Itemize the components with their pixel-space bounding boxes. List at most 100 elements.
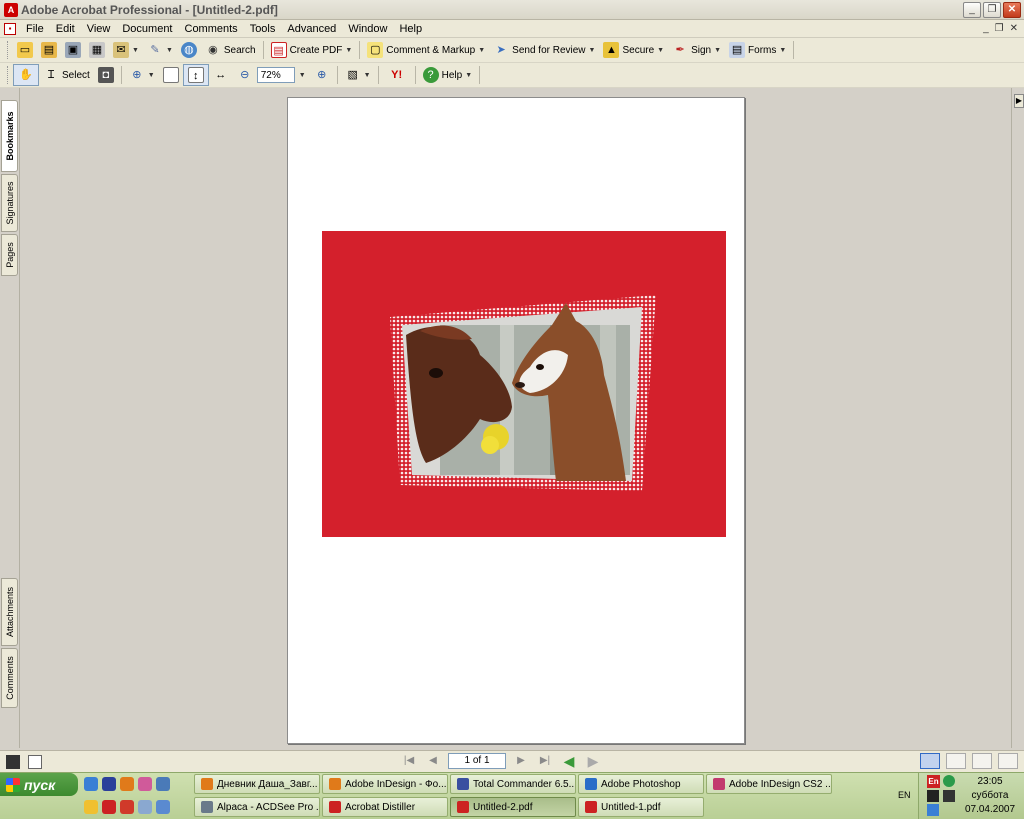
next-view-button[interactable]: ▶ <box>584 753 602 769</box>
page-icon[interactable] <box>6 754 20 769</box>
document-view[interactable] <box>21 88 1011 748</box>
menu-comments[interactable]: Comments <box>179 23 244 35</box>
doc-minimize-button[interactable]: _ <box>983 23 989 34</box>
doc-close-button[interactable]: ✕ <box>1010 23 1018 34</box>
menu-help[interactable]: Help <box>393 23 428 35</box>
yahoo-button[interactable]: Y! <box>382 65 412 85</box>
menu-tools[interactable]: Tools <box>244 23 282 35</box>
previous-page-button[interactable]: ◀ <box>424 753 442 769</box>
printer-icon: ▦ <box>89 42 105 58</box>
language-badge[interactable]: En <box>927 775 940 788</box>
page-number-field[interactable]: 1 of 1 <box>448 753 506 769</box>
tab-attachments[interactable]: Attachments <box>1 578 18 646</box>
task-untitled-1[interactable]: Untitled-1.pdf <box>578 797 704 817</box>
system-tray: En 23:05 суббота 07.04.2007 <box>918 773 1024 819</box>
help-button[interactable]: ? Help ▼ <box>419 65 477 85</box>
create-pdf-button[interactable]: ▤ Create PDF ▼ <box>267 40 357 60</box>
fit-width-button[interactable]: ↔ <box>209 65 233 85</box>
layout-icon[interactable] <box>28 754 42 769</box>
organizer-button[interactable]: ▤ <box>37 40 61 60</box>
menu-advanced[interactable]: Advanced <box>281 23 342 35</box>
next-page-button[interactable]: ▶ <box>512 753 530 769</box>
print-button[interactable]: ▦ <box>85 40 109 60</box>
expand-right-pane-icon[interactable]: ▶ <box>1014 94 1024 108</box>
fit-page-button[interactable]: ↕ <box>182 64 209 86</box>
pdf-task-icon <box>585 801 597 813</box>
first-page-button[interactable]: |◀ <box>400 753 418 769</box>
attach-button[interactable]: ✎ ▼ <box>143 40 177 60</box>
pen-icon: ✒ <box>675 44 685 56</box>
task-indesign-cs2[interactable]: Adobe InDesign CS2 ... <box>706 774 832 794</box>
web-button[interactable]: ◍ <box>177 40 201 60</box>
search-button[interactable]: ◉ Search <box>201 40 260 60</box>
last-page-button[interactable]: ▶| <box>536 753 554 769</box>
menu-edit[interactable]: Edit <box>50 23 81 35</box>
tray-app-icon[interactable] <box>927 790 939 802</box>
task-diary[interactable]: Дневник Даша_Завг... <box>194 774 320 794</box>
firefox-icon[interactable] <box>120 777 134 791</box>
rotate-view-button[interactable]: ▧ ▼ <box>341 65 375 85</box>
tray-network-icon[interactable] <box>927 804 939 816</box>
opera-icon[interactable] <box>120 800 134 814</box>
comment-markup-button[interactable]: ▢ Comment & Markup ▼ <box>363 40 489 60</box>
magnifier-plus-icon: ⊕ <box>132 69 142 81</box>
file-toolbar: ▭ ▤ ▣ ▦ ✉ ▼ ✎ ▼ ◍ ◉ Search ▤ Create PDF ▼ ▢ Co… <box>0 38 1024 63</box>
zoom-tool-button[interactable]: ⊕ ▼ <box>125 65 159 85</box>
doc-restore-button[interactable]: ❐ <box>995 23 1004 34</box>
menu-window[interactable]: Window <box>342 23 393 35</box>
rotate-pages-icon: ▧ <box>347 69 358 81</box>
task-indesign-fo[interactable]: Adobe InDesign - Фо... <box>322 774 448 794</box>
save-button[interactable]: ▣ <box>61 40 85 60</box>
input-language-indicator[interactable]: EN <box>898 790 911 800</box>
actual-size-button[interactable] <box>159 65 183 85</box>
ie-icon[interactable] <box>84 777 98 791</box>
open-button[interactable]: ▭ <box>13 40 37 60</box>
alpaca-photo <box>390 295 656 491</box>
task-total-commander[interactable]: Total Commander 6.5... <box>450 774 576 794</box>
acrobat-quick-icon[interactable] <box>102 800 116 814</box>
forms-button[interactable]: ▤ Forms ▼ <box>725 40 790 60</box>
zoom-out-button[interactable]: ⊖ <box>233 65 257 85</box>
maximize-button[interactable]: ❐ <box>983 1 1001 18</box>
smiley-icon[interactable] <box>84 800 98 814</box>
previous-view-button[interactable]: ◀ <box>560 753 578 769</box>
task-untitled-2[interactable]: Untitled-2.pdf <box>450 797 576 817</box>
tab-comments[interactable]: Comments <box>1 648 18 708</box>
task-acrobat-distiller[interactable]: Acrobat Distiller <box>322 797 448 817</box>
desktop-icon[interactable] <box>156 800 170 814</box>
indesign-icon[interactable] <box>138 777 152 791</box>
zoom-dropdown[interactable]: ▼ <box>295 70 310 81</box>
select-tool-button[interactable]: Ɪ Select <box>39 65 94 85</box>
start-button[interactable]: пуск <box>0 773 78 796</box>
single-page-layout-button[interactable] <box>920 753 940 769</box>
photoshop-icon[interactable] <box>156 777 170 791</box>
continuous-layout-button[interactable] <box>946 753 966 769</box>
snapshot-tool-button[interactable]: ◘ <box>94 65 118 85</box>
organizer-icon: ▤ <box>41 42 57 58</box>
menu-file[interactable]: File <box>20 23 50 35</box>
zoom-input[interactable] <box>256 67 295 83</box>
tab-bookmarks[interactable]: Bookmarks <box>1 100 18 172</box>
zoom-in-button[interactable]: ⊕ <box>310 65 334 85</box>
tray-monitor-icon[interactable] <box>943 790 955 802</box>
document-icon[interactable]: ▪ <box>4 22 16 35</box>
tab-pages[interactable]: Pages <box>1 234 18 276</box>
secure-button[interactable]: ▲ Secure ▼ <box>599 40 668 60</box>
continuous-facing-layout-button[interactable] <box>998 753 1018 769</box>
minimize-button[interactable]: _ <box>963 1 981 18</box>
facing-layout-button[interactable] <box>972 753 992 769</box>
hand-tool-button[interactable]: ✋ <box>13 64 39 86</box>
close-button[interactable]: ✕ <box>1003 1 1021 18</box>
send-for-review-button[interactable]: ➤ Send for Review ▼ <box>489 40 599 60</box>
notepad-icon[interactable] <box>138 800 152 814</box>
tab-signatures[interactable]: Signatures <box>1 174 18 232</box>
icq-icon[interactable] <box>943 775 955 787</box>
menu-document[interactable]: Document <box>116 23 178 35</box>
email-button[interactable]: ✉ ▼ <box>109 40 143 60</box>
task-acdsee[interactable]: Alpaca - ACDSee Pro ... <box>194 797 320 817</box>
sign-button[interactable]: ✒ Sign ▼ <box>668 40 725 60</box>
menu-view[interactable]: View <box>81 23 117 35</box>
task-photoshop[interactable]: Adobe Photoshop <box>578 774 704 794</box>
total-commander-icon[interactable] <box>102 777 116 791</box>
clock[interactable]: 23:05 суббота 07.04.2007 <box>959 775 1021 817</box>
